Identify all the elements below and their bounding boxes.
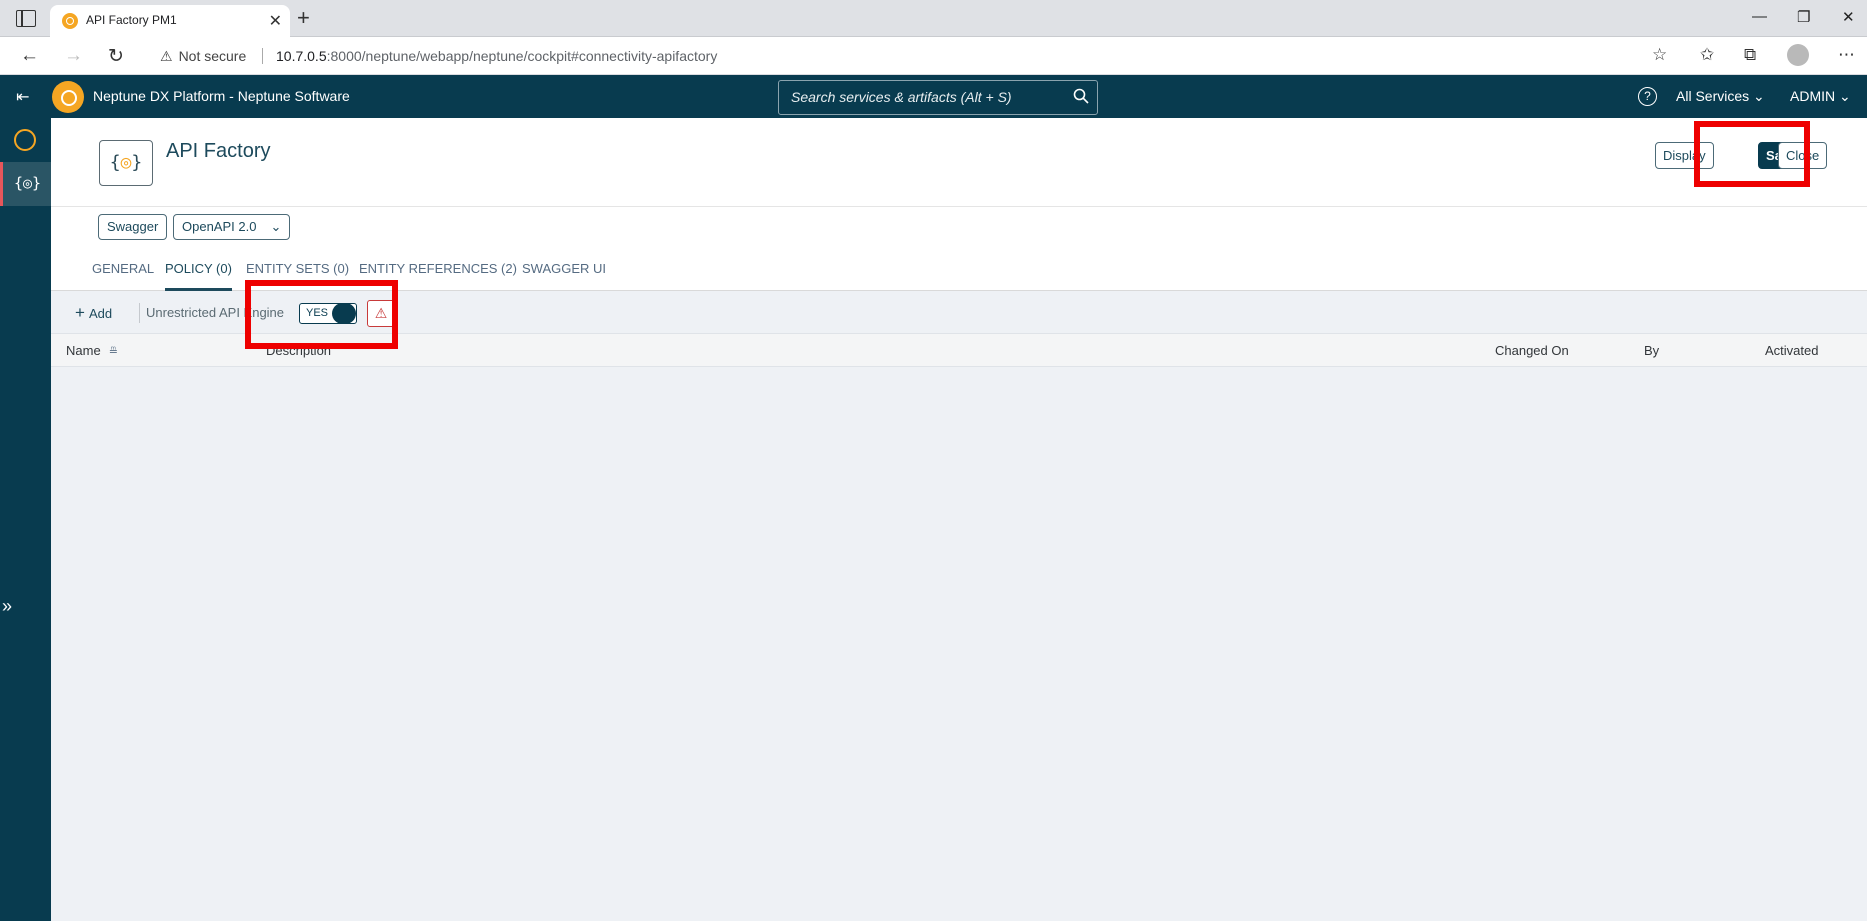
neptune-favicon-icon [62, 13, 78, 29]
search-field[interactable] [778, 80, 1098, 115]
menu-toggle-icon[interactable]: ⇤ [16, 87, 29, 107]
api-factory-icon: {◎} [99, 140, 153, 186]
url-separator [262, 48, 263, 64]
left-rail: {◎} » [0, 118, 51, 921]
profile-avatar-icon[interactable] [1787, 44, 1809, 66]
url-text[interactable]: 10.7.0.5:8000/neptune/webapp/neptune/coc… [276, 48, 717, 64]
column-header-by[interactable]: By [1644, 343, 1659, 358]
chevron-down-icon: ⌄ [270, 219, 282, 234]
forward-icon[interactable]: → [64, 45, 83, 67]
toolbar-separator [139, 303, 140, 323]
browser-tab-title: API Factory PM1 [86, 13, 177, 27]
warning-icon: ⚠ [160, 48, 173, 64]
url-field[interactable]: ⚠ Not secure 10.7.0.5:8000/neptune/webapp… [148, 42, 1660, 70]
browser-tab-strip: API Factory PM1 ✕ + — ❐ ✕ [0, 0, 1867, 37]
back-icon[interactable]: ← [20, 45, 39, 67]
reload-icon[interactable]: ↻ [108, 45, 124, 68]
browser-tab[interactable]: API Factory PM1 ✕ [50, 5, 290, 37]
tab-swagger-ui[interactable]: SWAGGER UI [522, 261, 606, 291]
shell-bar: ⇤ Neptune DX Platform - Neptune Software… [0, 75, 1867, 118]
search-icon[interactable] [1073, 88, 1089, 104]
rail-item-api-factory[interactable]: {◎} [0, 162, 51, 206]
column-header-changed-on[interactable]: Changed On [1495, 343, 1569, 358]
rail-item-cockpit[interactable] [0, 118, 51, 162]
api-braces-icon: {◎} [14, 174, 42, 192]
more-menu-icon[interactable]: ⋯ [1838, 45, 1855, 65]
expand-rail-icon[interactable]: » [2, 596, 12, 617]
highlight-box-save [1694, 121, 1810, 187]
tab-general[interactable]: GENERAL [92, 261, 154, 291]
column-header-name[interactable]: Name ≞ [66, 343, 118, 358]
policy-content: + Add Unrestricted API Engine YES ⚠ Name ≞… [51, 291, 1867, 921]
minimize-icon[interactable]: — [1752, 8, 1767, 25]
window-close-icon[interactable]: ✕ [1842, 8, 1855, 26]
security-indicator[interactable]: ⚠ Not secure [160, 48, 246, 65]
address-bar: ← → ↻ ⚠ Not secure 10.7.0.5:8000/neptune/… [0, 37, 1867, 75]
new-tab-icon[interactable]: + [297, 5, 310, 31]
add-button[interactable]: + Add [75, 303, 112, 323]
tab-policy[interactable]: POLICY (0) [165, 261, 232, 291]
highlight-box-switch [245, 280, 398, 349]
collections-icon[interactable]: ⧉ [1744, 45, 1756, 65]
user-menu[interactable]: ADMIN ⌄ [1790, 88, 1851, 105]
favorites-icon[interactable]: ✩ [1700, 45, 1714, 65]
plus-icon: + [75, 303, 85, 322]
column-header-activated[interactable]: Activated [1765, 343, 1818, 358]
restore-icon[interactable]: ❐ [1797, 8, 1810, 26]
tab-close-icon[interactable]: ✕ [269, 11, 282, 31]
swagger-chip[interactable]: Swagger [98, 214, 168, 240]
chevron-down-icon: ⌄ [1753, 88, 1765, 104]
cockpit-icon [14, 129, 36, 151]
sort-icon[interactable]: ≞ [109, 346, 118, 358]
api-type-bar: Swagger OpenAPI 2.0 ⌄ [51, 207, 1867, 257]
page-title: API Factory [166, 140, 271, 162]
all-services-menu[interactable]: All Services ⌄ [1676, 88, 1765, 105]
add-favorite-icon[interactable]: ☆ [1652, 45, 1667, 65]
search-input[interactable] [791, 89, 1061, 105]
neptune-logo-icon[interactable] [52, 81, 84, 113]
browser-sidebar-icon[interactable] [16, 10, 36, 27]
help-icon[interactable]: ? [1638, 87, 1657, 106]
chevron-down-icon: ⌄ [1839, 88, 1851, 104]
openapi-version-select[interactable]: OpenAPI 2.0 ⌄ [173, 214, 291, 240]
object-header: {◎} API Factory Display Save Close [51, 118, 1867, 207]
app-title: Neptune DX Platform - Neptune Software [93, 88, 350, 104]
